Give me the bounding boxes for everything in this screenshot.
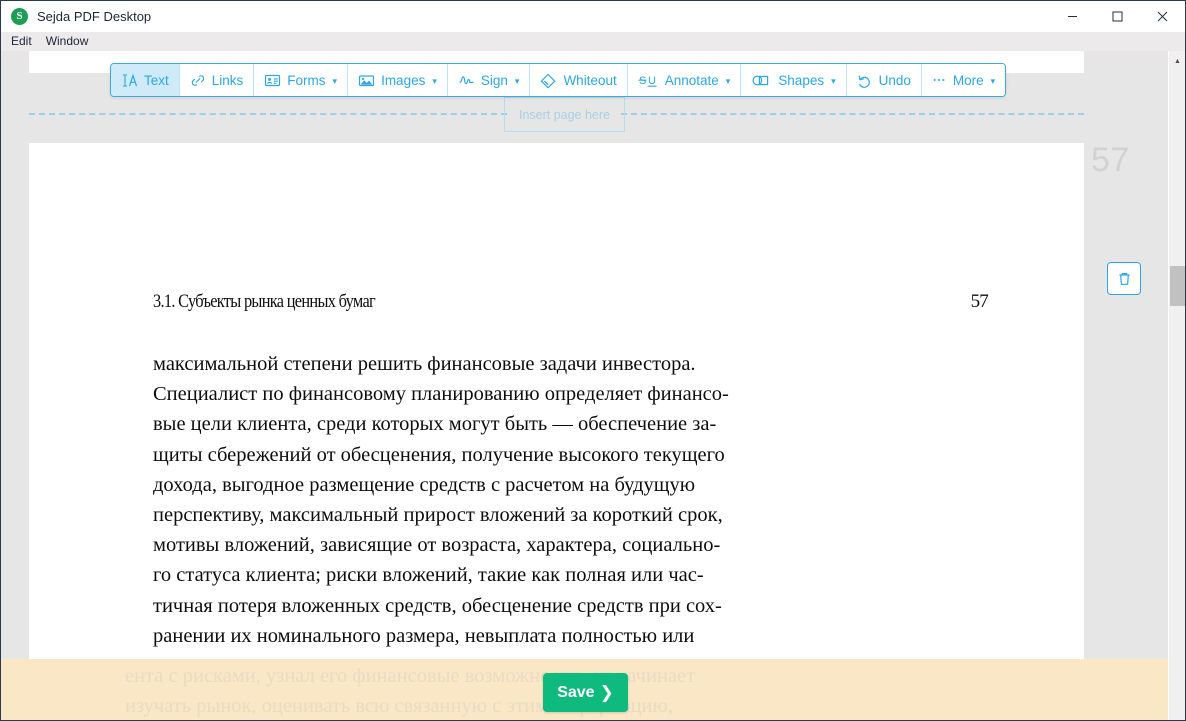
signature-icon — [458, 73, 475, 88]
save-button-label: Save — [557, 683, 595, 701]
document-body[interactable]: максимальной степени решить финансовые з… — [153, 349, 988, 711]
strikethrough-underline-icon: S U — [638, 73, 659, 88]
document-line-text: дохода, выгодное размещение средств с ра… — [153, 473, 696, 496]
document-line-text: го статуса клиента; риски вложений, таки… — [153, 564, 704, 587]
delete-page-button[interactable] — [1107, 262, 1141, 295]
insert-page-here-label: Insert page here — [518, 107, 611, 122]
document-line-text: тичная потеря вложенных средств, обесцен… — [153, 594, 722, 617]
link-icon — [190, 73, 206, 88]
close-button[interactable] — [1140, 1, 1185, 32]
vertical-scrollbar[interactable]: ▲ — [1168, 51, 1185, 720]
toolbar-button-text[interactable]: Text — [111, 64, 180, 96]
document-line-text: Специалист по финансовому планированию о… — [153, 383, 729, 406]
app-logo-icon: S — [11, 8, 28, 25]
insert-page-here-button[interactable]: Insert page here — [504, 97, 625, 132]
chevron-down-icon: ▾ — [831, 75, 836, 86]
minimize-icon — [1068, 16, 1077, 17]
toolbar-button-whiteout-label: Whiteout — [563, 72, 617, 88]
save-button[interactable]: Save ❯ — [543, 673, 628, 712]
document-line: ранении их номинального размера, невыпла… — [153, 621, 988, 651]
document-line-text: перспективу, максимальный прирост вложен… — [153, 504, 723, 527]
chevron-down-icon: ▾ — [990, 75, 996, 86]
chevron-down-icon: ▾ — [332, 75, 338, 86]
document-line-text: вые цели клиента, среди которых могут бы… — [153, 413, 717, 436]
menu-item-edit[interactable]: Edit — [4, 32, 39, 51]
document-workspace: Text Links Forms ▾ Images ▾ Sign ▾ White… — [1, 51, 1185, 720]
undo-icon — [857, 73, 873, 88]
window-controls — [1050, 1, 1185, 32]
insert-divider-line-left — [29, 113, 507, 115]
document-line: Специалист по финансовому планированию о… — [153, 379, 988, 409]
edit-toolbar: Text Links Forms ▾ Images ▾ Sign ▾ White… — [110, 63, 1007, 97]
shapes-icon — [751, 73, 772, 88]
document-line-text: мотивы вложений, зависящие от возраста, … — [153, 534, 721, 557]
document-line-text: максимальной степени решить финансовые з… — [153, 353, 696, 375]
document-line: го статуса клиента; риски вложений, таки… — [153, 560, 988, 590]
toolbar-button-undo-label: Undo — [878, 72, 911, 88]
document-line: максимальной степени решить финансовые з… — [153, 349, 988, 379]
toolbar-button-images-label: Images — [381, 72, 426, 88]
chevron-down-icon: ▾ — [725, 75, 731, 86]
text-cursor-icon — [121, 73, 138, 88]
toolbar-button-annotate-label: Annotate — [664, 72, 719, 88]
scrollbar-thumb[interactable] — [1170, 266, 1185, 306]
toolbar-button-forms-label: Forms — [287, 72, 326, 88]
toolbar-button-whiteout[interactable]: Whiteout — [530, 64, 628, 96]
toolbar-button-forms[interactable]: Forms ▾ — [254, 64, 349, 96]
toolbar-button-shapes-label: Shapes — [778, 72, 825, 88]
eraser-icon — [540, 73, 557, 88]
document-heading-row: 3.1. Субъекты рынка ценных бумаг 57 — [153, 291, 989, 313]
document-line: вые цели клиента, среди которых могут бы… — [153, 409, 988, 439]
sejda-pdf-desktop-window: S Sejda PDF Desktop Edit Window Text Lin… — [0, 0, 1186, 721]
toolbar-button-shapes[interactable]: Shapes ▾ — [741, 64, 847, 96]
svg-text:U: U — [648, 75, 656, 87]
toolbar-button-links-label: Links — [211, 72, 244, 88]
maximize-icon — [1112, 11, 1123, 22]
document-content: 3.1. Субъекты рынка ценных бумаг 57 макс… — [153, 291, 989, 711]
pdf-page[interactable]: 3.1. Субъекты рынка ценных бумаг 57 макс… — [29, 143, 1084, 720]
form-card-icon — [264, 73, 281, 88]
toolbar-button-text-label: Text — [144, 72, 169, 88]
document-heading: 3.1. Субъекты рынка ценных бумаг — [153, 291, 376, 312]
minimize-button[interactable] — [1050, 1, 1095, 32]
menu-bar: Edit Window — [1, 32, 1185, 51]
toolbar-button-sign-label: Sign — [480, 72, 508, 88]
document-page-number: 57 — [970, 291, 989, 312]
toolbar-button-more-label: More — [952, 72, 984, 88]
page-number-watermark: 57 — [1091, 141, 1130, 179]
ellipsis-icon — [932, 73, 947, 88]
chevron-down-icon: ▾ — [432, 75, 437, 86]
menu-item-window[interactable]: Window — [39, 32, 96, 51]
maximize-button[interactable] — [1095, 1, 1140, 32]
document-line-text: ранении их номинального размера, невыпла… — [153, 624, 695, 647]
toolbar-button-annotate[interactable]: S U Annotate ▾ — [627, 64, 742, 96]
document-line: щиты сбережений от обесценения, получени… — [153, 440, 988, 470]
toolbar-button-images[interactable]: Images ▾ — [348, 64, 448, 96]
window-title: Sejda PDF Desktop — [37, 9, 152, 24]
title-bar: S Sejda PDF Desktop — [1, 1, 1185, 32]
document-line: дохода, выгодное размещение средств с ра… — [153, 470, 988, 500]
insert-divider-line-right — [621, 113, 1084, 115]
image-icon — [358, 73, 375, 88]
trash-icon — [1118, 272, 1130, 285]
toolbar-button-undo[interactable]: Undo — [846, 64, 922, 96]
toolbar-button-sign[interactable]: Sign ▾ — [447, 64, 531, 96]
svg-text:S: S — [639, 75, 646, 87]
toolbar-button-more[interactable]: More ▾ — [921, 64, 1006, 96]
insert-page-divider[interactable]: Insert page here — [1, 97, 1185, 132]
toolbar-button-links[interactable]: Links — [179, 64, 255, 96]
document-line-text: щиты сбережений от обесценения, получени… — [153, 443, 725, 466]
document-line: мотивы вложений, зависящие от возраста, … — [153, 530, 988, 560]
chevron-right-icon: ❯ — [599, 682, 614, 702]
close-icon — [1157, 11, 1168, 22]
chevron-down-icon: ▾ — [514, 75, 520, 86]
scroll-up-arrow-icon[interactable]: ▲ — [1169, 53, 1185, 70]
document-line: тичная потеря вложенных средств, обесцен… — [153, 591, 988, 621]
document-line: перспективу, максимальный прирост вложен… — [153, 500, 988, 530]
